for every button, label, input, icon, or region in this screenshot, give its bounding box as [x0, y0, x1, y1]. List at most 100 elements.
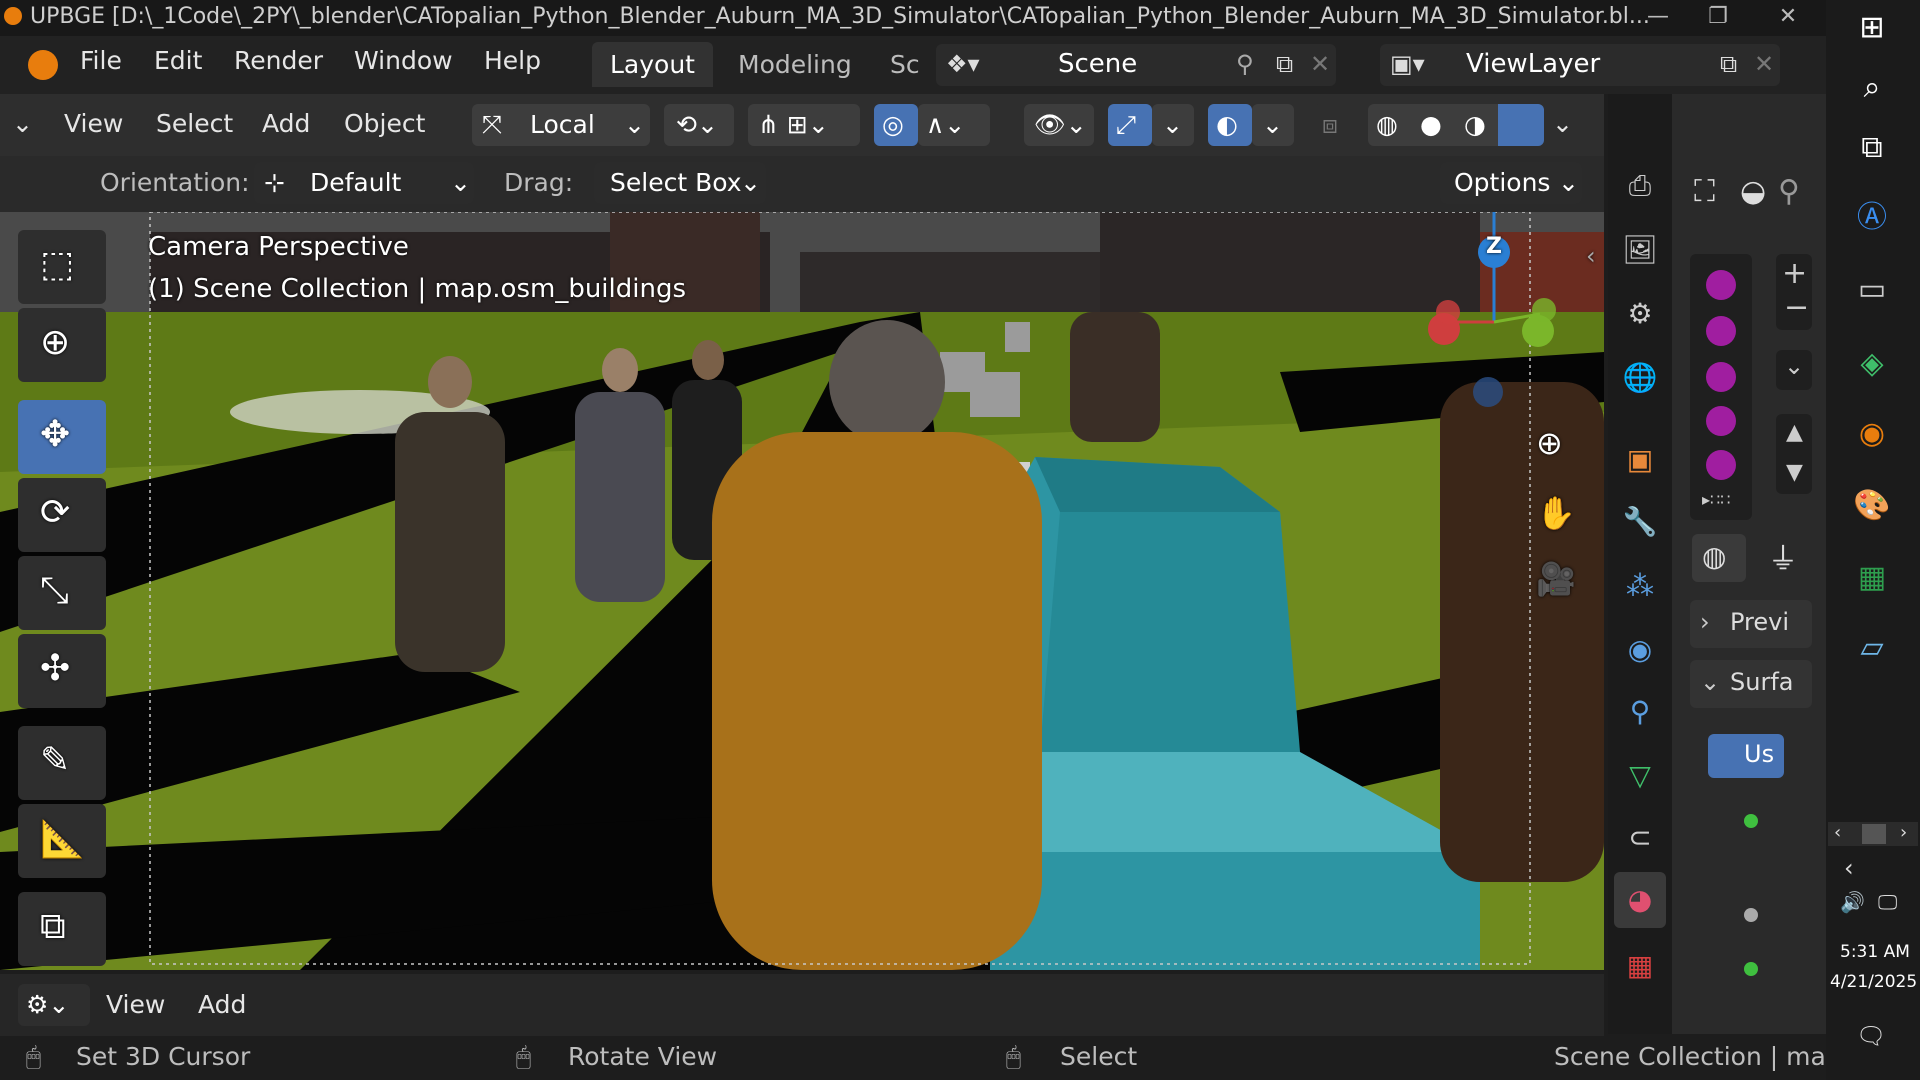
header-view-menu[interactable]: View	[64, 109, 123, 138]
physics-props-icon[interactable]: ◉	[1620, 630, 1660, 670]
cursor-tool[interactable]: ⊕	[18, 308, 106, 382]
header-select-menu[interactable]: Select	[156, 109, 233, 138]
header-add-menu[interactable]: Add	[262, 109, 310, 138]
pin-icon[interactable]: ⚲	[1236, 50, 1254, 78]
clock-date[interactable]: 4/21/2025	[1830, 972, 1917, 992]
remove-scene-icon[interactable]: ✕	[1310, 50, 1330, 78]
material-slot[interactable]	[1706, 316, 1736, 346]
tab-modeling[interactable]: Modeling	[720, 42, 870, 87]
texture-props-icon[interactable]: ▦	[1620, 946, 1660, 986]
world-props-icon[interactable]: 🌐	[1620, 358, 1660, 398]
node-socket[interactable]	[1744, 908, 1758, 922]
excel-icon[interactable]: ▦	[1852, 558, 1892, 598]
scene-selector[interactable]: ❖▾ Scene ⚲ ⧉ ✕	[936, 44, 1336, 86]
measure-tool[interactable]: 📐	[18, 804, 106, 878]
annotate-tool[interactable]: ✎	[18, 726, 106, 800]
slot-specials-dropdown[interactable]: ⌄	[1776, 350, 1812, 390]
new-viewlayer-icon[interactable]: ⧉	[1720, 50, 1737, 78]
solid-shading-icon[interactable]: ●	[1420, 110, 1442, 139]
app-store-icon[interactable]: Ⓐ	[1852, 198, 1892, 238]
blender-menu-icon[interactable]	[28, 50, 58, 80]
logic-props-icon[interactable]: ⊂	[1620, 818, 1660, 858]
scroll-left-icon[interactable]: ‹	[1834, 822, 1841, 843]
constraints-props-icon[interactable]: ⚲	[1620, 692, 1660, 732]
maximize-button[interactable]: ❐	[1690, 0, 1746, 36]
zoom-icon[interactable]: ⊕	[1536, 424, 1563, 462]
material-slot[interactable]	[1706, 450, 1736, 480]
particles-props-icon[interactable]: ⁂	[1620, 566, 1660, 606]
remove-viewlayer-icon[interactable]: ✕	[1754, 50, 1774, 78]
node-tree-icon[interactable]: ⏚	[1768, 534, 1798, 578]
menu-render[interactable]: Render	[234, 46, 323, 75]
snapping-dropdown[interactable]: ⋔ ⊞⌄	[748, 104, 860, 146]
output-props-icon[interactable]: 🖼	[1620, 230, 1660, 270]
material-slot[interactable]	[1706, 270, 1736, 300]
tab-scripting[interactable]: Sc	[872, 42, 938, 87]
surface-panel-header[interactable]: ⌄ Surfa	[1690, 660, 1812, 708]
clock-time[interactable]: 5:31 AM	[1840, 942, 1910, 962]
scroll-thumb[interactable]	[1862, 824, 1886, 844]
overlays-dropdown[interactable]: ⌄	[1252, 104, 1294, 146]
move-tool[interactable]: ✥	[18, 400, 106, 474]
drag-dropdown[interactable]: Select Box ⌄	[594, 162, 766, 204]
search-icon[interactable]: ⌕	[1852, 68, 1892, 108]
menu-window[interactable]: Window	[354, 46, 453, 75]
data-props-icon[interactable]: ▽	[1620, 756, 1660, 796]
menu-edit[interactable]: Edit	[154, 46, 202, 75]
visibility-dropdown[interactable]: 👁⌄	[1024, 104, 1094, 146]
paint-icon[interactable]: 🎨	[1852, 486, 1892, 526]
material-slot[interactable]	[1706, 362, 1736, 392]
pan-hand-icon[interactable]: ✋	[1536, 494, 1576, 532]
menu-help[interactable]: Help	[484, 46, 541, 75]
select-box-tool[interactable]: ⬚	[18, 230, 106, 304]
shading-dropdown-chevron-icon[interactable]: ⌄	[1552, 109, 1573, 138]
overlays-toggle[interactable]: ◐	[1208, 104, 1252, 146]
terminal-icon[interactable]: ▭	[1852, 270, 1892, 310]
list-resize-handle-icon[interactable]: ▸∷∷	[1702, 490, 1730, 509]
pivot-point-dropdown[interactable]: ⟲⌄	[664, 104, 734, 146]
blender-taskbar-icon[interactable]: ◉	[1852, 414, 1892, 454]
scroll-right-icon[interactable]: ›	[1900, 822, 1907, 843]
material-slot-list[interactable]: ▸∷∷	[1690, 254, 1752, 520]
camera-view-icon[interactable]: 🎥	[1536, 560, 1576, 598]
use-nodes-button[interactable]: Us	[1708, 734, 1784, 778]
bottom-view-menu[interactable]: View	[106, 990, 165, 1019]
wireframe-shading-icon[interactable]: ◍	[1376, 110, 1398, 139]
material-browse-button[interactable]: ◍	[1692, 534, 1746, 582]
add-cube-tool[interactable]: ⧉	[18, 892, 106, 966]
material-slot[interactable]	[1706, 406, 1736, 436]
close-button[interactable]: ✕	[1760, 0, 1816, 36]
gizmo-dropdown[interactable]: ⌄	[1152, 104, 1194, 146]
windows-start-icon[interactable]: ⊞	[1852, 8, 1892, 48]
gizmo-toggle[interactable]: ⤢	[1108, 104, 1152, 146]
pin-icon[interactable]: ⚲	[1778, 174, 1800, 209]
bottom-add-menu[interactable]: Add	[198, 990, 246, 1019]
editor-type-dropdown[interactable]: ⚙⌄	[18, 984, 90, 1026]
rendered-shading-icon[interactable]	[1498, 104, 1544, 146]
new-scene-icon[interactable]: ⧉	[1276, 50, 1293, 78]
editor-type-chevron-icon[interactable]: ⌄	[12, 109, 33, 138]
header-object-menu[interactable]: Object	[344, 109, 425, 138]
notepad-icon[interactable]: ▱	[1852, 628, 1892, 668]
preview-panel-header[interactable]: › Previ	[1690, 600, 1812, 648]
task-view-icon[interactable]: ⧉	[1852, 128, 1892, 168]
shading-sphere-icon[interactable]: ◒	[1740, 174, 1766, 209]
gizmo-neg-z-axis[interactable]	[1473, 377, 1503, 407]
frame-selected-icon[interactable]: ⛶	[1694, 174, 1715, 209]
minimize-button[interactable]: —	[1630, 0, 1686, 36]
volume-icon[interactable]: 🔊	[1840, 890, 1865, 914]
move-down-icon[interactable]: ▼	[1786, 460, 1803, 485]
material-props-tab[interactable]: ◕	[1614, 872, 1666, 928]
orientation-dropdown[interactable]: ⊹ Default ⌄	[254, 162, 474, 204]
transform-orientation-dropdown[interactable]: ⤧ Local ⌄	[472, 104, 650, 146]
notifications-icon[interactable]: 🗨	[1856, 1022, 1886, 1050]
transform-tool[interactable]: ✣	[18, 634, 106, 708]
tab-layout[interactable]: Layout	[592, 42, 713, 87]
render-props-icon[interactable]: ⎙	[1620, 166, 1660, 206]
add-slot-icon[interactable]: +	[1782, 256, 1807, 291]
object-props-icon[interactable]: ▣	[1620, 440, 1660, 480]
xray-toggle[interactable]: ⧈	[1314, 104, 1358, 146]
remove-slot-icon[interactable]: −	[1784, 290, 1809, 325]
menu-file[interactable]: File	[80, 46, 122, 75]
viewlayer-selector[interactable]: ▣▾ ViewLayer ⧉ ✕	[1380, 44, 1780, 86]
